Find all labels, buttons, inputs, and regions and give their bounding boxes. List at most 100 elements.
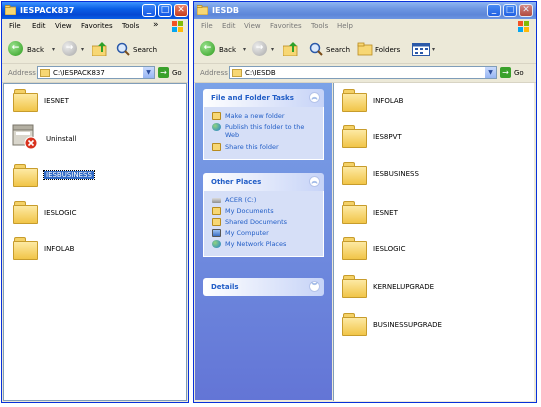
search-icon[interactable] (116, 42, 130, 56)
close-button[interactable]: ✕ (519, 4, 533, 17)
forward-dropdown-icon[interactable]: ▾ (271, 46, 274, 53)
go-button[interactable]: Go (514, 69, 524, 77)
expand-chevron-icon[interactable]: ︾ (309, 281, 320, 292)
left-file-view: IESNET Uninstall IESBUSINESS IESLOGIC IN… (3, 83, 187, 401)
address-dropdown-icon[interactable]: ▼ (143, 67, 154, 78)
panel-title: Other Places (211, 178, 262, 186)
task-pane: File and Folder Tasks ︽ Make a new folde… (195, 83, 332, 400)
go-arrow-icon[interactable]: → (500, 67, 511, 78)
folder-icon (342, 125, 368, 149)
minimize-button[interactable]: _ (487, 4, 501, 17)
panel-header[interactable]: Other Places ︽ (203, 173, 324, 191)
list-item[interactable]: BUSINESSUPGRADE (342, 311, 492, 345)
go-arrow-icon[interactable]: → (158, 67, 169, 78)
make-new-folder-link[interactable]: Make a new folder (212, 111, 317, 122)
link-label: My Documents (225, 207, 274, 215)
folder-icon (13, 237, 39, 261)
address-input[interactable]: C:\IESDB ▼ (229, 66, 497, 79)
menu-help[interactable]: Help (337, 22, 353, 30)
place-my-documents[interactable]: My Documents (212, 206, 317, 217)
list-item[interactable]: IESBUSINESS (342, 160, 492, 194)
menu-tools[interactable]: Tools (311, 22, 328, 30)
place-shared-documents[interactable]: Shared Documents (212, 217, 317, 228)
back-label[interactable]: Back (219, 46, 236, 54)
back-arrow-icon: ← (203, 43, 212, 53)
globe-icon (212, 123, 221, 131)
item-label: BUSINESSUPGRADE (373, 321, 442, 329)
item-label: IESNET (44, 97, 69, 105)
new-folder-icon (212, 112, 221, 120)
place-acer-drive[interactable]: ACER (C:) (212, 195, 317, 206)
left-title-bar[interactable]: IESPACK837 _ □ ✕ (2, 2, 188, 19)
right-title-bar[interactable]: IESDB _ □ ✕ (194, 2, 536, 19)
address-dropdown-icon[interactable]: ▼ (485, 67, 496, 78)
item-label-selected[interactable]: IESBUSINESS (43, 170, 95, 180)
up-folder-icon[interactable] (283, 42, 299, 56)
place-my-network-places[interactable]: My Network Places (212, 239, 317, 250)
item-label: IESLOGIC (44, 209, 77, 217)
item-label: IESNET (373, 209, 398, 217)
folders-button[interactable]: Folders (375, 46, 400, 54)
collapse-chevron-icon[interactable]: ︽ (309, 92, 320, 103)
panel-header[interactable]: File and Folder Tasks ︽ (203, 89, 324, 107)
forward-button[interactable]: → (62, 41, 77, 56)
folder-icon (197, 5, 208, 15)
menu-edit[interactable]: Edit (32, 22, 46, 30)
close-button[interactable]: ✕ (174, 4, 188, 17)
menu-tools[interactable]: Tools (122, 22, 139, 30)
publish-to-web-link[interactable]: Publish this folder to the Web (212, 122, 317, 142)
back-dropdown-icon[interactable]: ▾ (243, 46, 246, 53)
uninstall-icon (12, 124, 38, 150)
list-item[interactable]: IESNET (342, 199, 492, 233)
search-button[interactable]: Search (326, 46, 350, 54)
minimize-button[interactable]: _ (142, 4, 156, 17)
go-button[interactable]: Go (172, 69, 182, 77)
search-button[interactable]: Search (133, 46, 157, 54)
hard-drive-icon (212, 198, 221, 203)
folder-icon (232, 69, 242, 77)
folders-icon[interactable] (357, 42, 373, 56)
menu-file[interactable]: File (201, 22, 213, 30)
back-button[interactable]: ← (200, 41, 215, 56)
back-label[interactable]: Back (27, 46, 44, 54)
left-address-bar: Address C:\IESPACK837 ▼ → Go (2, 64, 188, 83)
maximize-button[interactable]: □ (503, 4, 517, 17)
list-item[interactable]: IESBUSINESS (13, 162, 133, 196)
panel-header[interactable]: Details ︾ (203, 278, 324, 296)
menu-view[interactable]: View (244, 22, 261, 30)
list-item[interactable]: Uninstall (10, 121, 130, 155)
list-item[interactable]: INFOLAB (342, 87, 492, 121)
menu-view[interactable]: View (55, 22, 72, 30)
collapse-chevron-icon[interactable]: ︽ (309, 176, 320, 187)
list-item[interactable]: KERNELUPGRADE (342, 273, 492, 307)
folder-icon (342, 313, 368, 337)
forward-dropdown-icon[interactable]: ▾ (81, 46, 84, 53)
back-button[interactable]: ← (8, 41, 23, 56)
menu-overflow-chevron[interactable]: » (153, 20, 159, 30)
place-my-computer[interactable]: My Computer (212, 228, 317, 239)
list-item[interactable]: INFOLAB (13, 235, 133, 269)
list-item[interactable]: IESLOGIC (13, 199, 133, 233)
panel-title: Details (211, 283, 239, 291)
search-icon[interactable] (309, 42, 323, 56)
menu-edit[interactable]: Edit (222, 22, 236, 30)
maximize-button[interactable]: □ (158, 4, 172, 17)
list-item[interactable]: IESLOGIC (342, 235, 492, 269)
views-dropdown-icon[interactable]: ▾ (432, 46, 435, 53)
menu-file[interactable]: File (9, 22, 21, 30)
back-dropdown-icon[interactable]: ▾ (52, 46, 55, 53)
forward-button[interactable]: → (252, 41, 267, 56)
menu-favorites[interactable]: Favorites (81, 22, 113, 30)
link-label: Share this folder (225, 143, 279, 151)
menu-favorites[interactable]: Favorites (270, 22, 302, 30)
list-item[interactable]: IES8PVT (342, 123, 492, 157)
address-input[interactable]: C:\IESPACK837 ▼ (37, 66, 155, 79)
panel-body: ACER (C:) My Documents Shared Documents … (203, 191, 324, 257)
up-folder-icon[interactable] (92, 42, 108, 56)
share-folder-link[interactable]: Share this folder (212, 142, 317, 153)
list-item[interactable]: IESNET (13, 87, 133, 121)
maximize-icon: □ (160, 5, 170, 15)
views-icon[interactable] (412, 43, 430, 56)
panel-title: File and Folder Tasks (211, 94, 294, 102)
item-label: INFOLAB (373, 97, 404, 105)
